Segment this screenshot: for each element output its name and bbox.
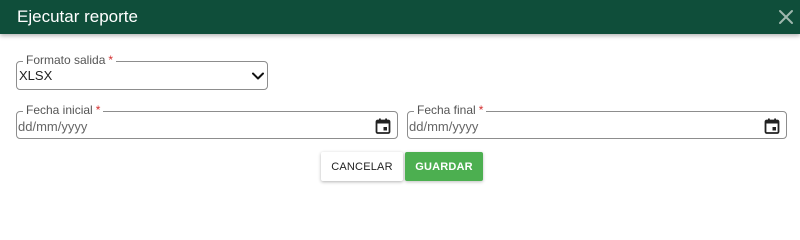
start-date-input[interactable]: dd/mm/yyyy bbox=[18, 119, 87, 135]
required-mark: * bbox=[108, 53, 114, 67]
dialog-title: Ejecutar reporte bbox=[17, 7, 138, 26]
end-date-field[interactable]: Fecha final * dd/mm/yyyy bbox=[407, 103, 787, 139]
chevron-down-icon[interactable] bbox=[251, 69, 265, 83]
required-mark: * bbox=[95, 103, 101, 117]
output-format-select[interactable]: Formato salida * XLSX bbox=[16, 53, 268, 90]
end-date-label: Fecha final * bbox=[414, 103, 487, 117]
dialog-header: Ejecutar reporte bbox=[0, 0, 800, 34]
start-date-label-text: Fecha inicial bbox=[26, 103, 93, 117]
start-date-field[interactable]: Fecha inicial * dd/mm/yyyy bbox=[16, 103, 398, 139]
output-format-label: Formato salida * bbox=[23, 53, 117, 67]
close-icon[interactable] bbox=[776, 7, 796, 27]
report-dialog: Ejecutar reporte Formato salida * XLSX Fe… bbox=[0, 0, 800, 208]
save-button[interactable]: GUARDAR bbox=[405, 152, 483, 181]
calendar-icon[interactable] bbox=[763, 117, 781, 135]
calendar-icon[interactable] bbox=[374, 117, 392, 135]
end-date-input[interactable]: dd/mm/yyyy bbox=[409, 119, 478, 135]
start-date-label: Fecha inicial * bbox=[23, 103, 104, 117]
output-format-value: XLSX bbox=[19, 68, 53, 83]
cancel-button[interactable]: CANCELAR bbox=[321, 152, 403, 181]
required-mark: * bbox=[478, 103, 484, 117]
output-format-label-text: Formato salida bbox=[26, 53, 106, 67]
end-date-label-text: Fecha final bbox=[417, 103, 476, 117]
